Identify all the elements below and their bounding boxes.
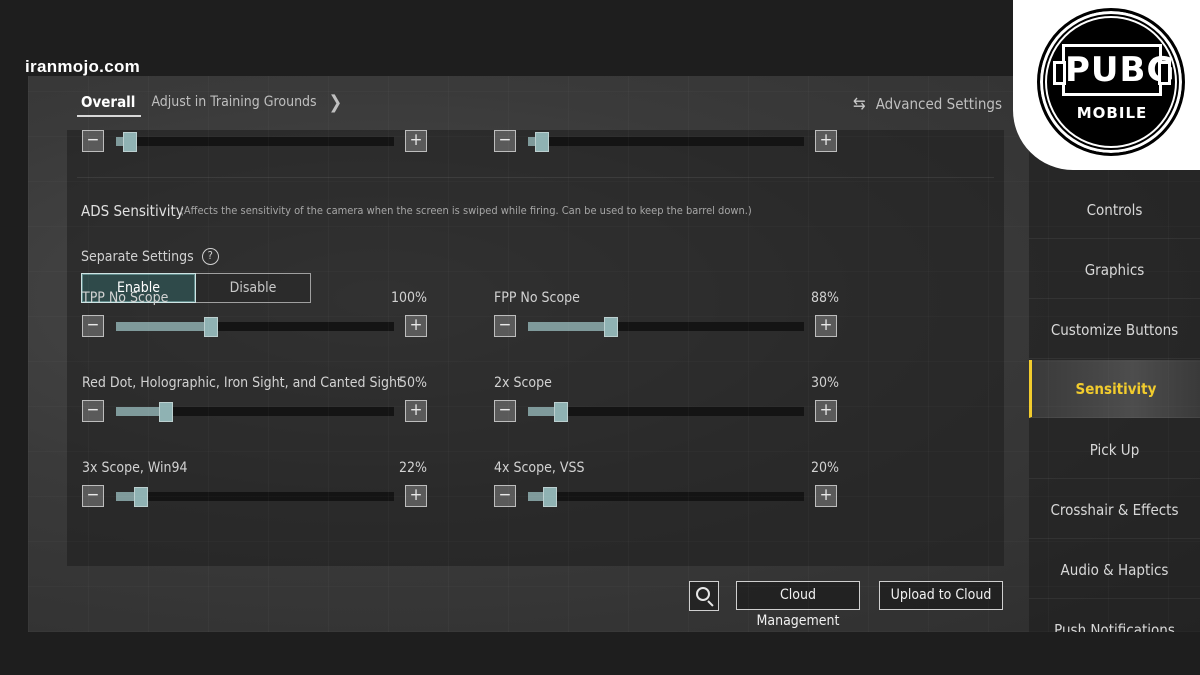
frame-left-border xyxy=(0,0,28,675)
disable-button[interactable]: Disable xyxy=(196,273,311,303)
slider-knob[interactable] xyxy=(122,132,137,152)
minus-button[interactable]: − xyxy=(494,485,516,507)
search-button[interactable] xyxy=(689,581,719,611)
slider-track[interactable] xyxy=(116,132,394,152)
sensitivity-slider[interactable]: − + xyxy=(82,315,427,339)
slider-track[interactable] xyxy=(528,487,804,507)
slider-fill xyxy=(116,322,211,331)
slider-percent: 100% xyxy=(390,290,427,306)
slider-label: Red Dot, Holographic, Iron Sight, and Ca… xyxy=(82,375,402,391)
slider-label: 3x Scope, Win94 xyxy=(82,460,188,476)
slider-label: FPP No Scope xyxy=(494,290,580,306)
minus-button[interactable]: − xyxy=(82,130,104,152)
slider-knob[interactable] xyxy=(134,487,149,507)
search-icon-handle xyxy=(707,600,714,607)
sidebar-item-customize-buttons[interactable]: Customize Buttons xyxy=(1029,301,1200,359)
screenshot-frame: Overall Adjust in Training Grounds ❯ ⇆ A… xyxy=(0,0,1200,675)
section-divider xyxy=(77,177,994,178)
separate-settings-row: Separate Settings ? xyxy=(81,248,219,265)
plus-button[interactable]: + xyxy=(815,130,837,152)
tab-adjust-label: Adjust in Training Grounds xyxy=(151,94,317,110)
slider-label: TPP No Scope xyxy=(82,290,169,306)
slider-knob[interactable] xyxy=(554,402,569,422)
sidebar-item-graphics[interactable]: Graphics xyxy=(1029,241,1200,299)
slider-track[interactable] xyxy=(116,402,394,422)
sidebar-item-crosshair-effects[interactable]: Crosshair & Effects xyxy=(1029,481,1200,539)
logo-title: PUBG xyxy=(1053,44,1174,96)
sensitivity-panel: − + − + ADS Sensitivity (Affects the sen… xyxy=(67,130,1004,566)
minus-button[interactable]: − xyxy=(494,400,516,422)
slider-knob[interactable] xyxy=(203,317,218,337)
plus-button[interactable]: + xyxy=(815,315,837,337)
logo-subtitle: MOBILE xyxy=(1076,104,1148,122)
slider-knob[interactable] xyxy=(603,317,618,337)
slider-fill xyxy=(528,322,611,331)
slider-track[interactable] xyxy=(528,132,804,152)
plus-button[interactable]: + xyxy=(815,485,837,507)
plus-button[interactable]: + xyxy=(405,130,427,152)
sidebar-item-pick-up[interactable]: Pick Up xyxy=(1029,421,1200,479)
slider-track[interactable] xyxy=(528,317,804,337)
slider-track[interactable] xyxy=(116,487,394,507)
advanced-settings-label: Advanced Settings xyxy=(875,95,1002,113)
slider-percent: 22% xyxy=(399,460,427,476)
minus-button[interactable]: − xyxy=(82,485,104,507)
plus-button[interactable]: + xyxy=(405,485,427,507)
ads-sensitivity-title: ADS Sensitivity xyxy=(81,202,184,220)
slider-knob[interactable] xyxy=(543,487,558,507)
frame-bottom-border xyxy=(0,632,1200,675)
plus-button[interactable]: + xyxy=(405,400,427,422)
sensitivity-slider[interactable]: − + xyxy=(82,400,427,424)
slider-label: 2x Scope xyxy=(494,375,552,391)
tab-adjust-training[interactable]: Adjust in Training Grounds ❯ xyxy=(151,92,342,119)
slider-percent: 88% xyxy=(811,290,839,306)
top-navigation: Overall Adjust in Training Grounds ❯ xyxy=(76,90,342,120)
slider-percent: 30% xyxy=(811,375,839,391)
swap-arrows-icon: ⇆ xyxy=(852,94,866,114)
slider-label: 4x Scope, VSS xyxy=(494,460,585,476)
minus-button[interactable]: − xyxy=(494,130,516,152)
cloud-management-button[interactable]: Cloud Management xyxy=(736,581,860,629)
minus-button[interactable]: − xyxy=(82,400,104,422)
search-icon xyxy=(696,587,710,601)
plus-button[interactable]: + xyxy=(405,315,427,337)
sidebar-item-sensitivity[interactable]: Sensitivity xyxy=(1029,360,1200,418)
ads-sensitivity-description: (Affects the sensitivity of the camera w… xyxy=(180,204,752,217)
slider-percent: 50% xyxy=(399,375,427,391)
sensitivity-slider[interactable]: − + xyxy=(494,315,839,339)
separate-settings-label: Separate Settings xyxy=(81,248,194,265)
minus-button[interactable]: − xyxy=(82,315,104,337)
advanced-settings-button[interactable]: ⇆ Advanced Settings xyxy=(853,94,1002,114)
sensitivity-slider[interactable]: − + xyxy=(82,485,427,509)
sidebar-item-audio-haptics[interactable]: Audio & Haptics xyxy=(1029,541,1200,599)
question-circle-icon[interactable]: ? xyxy=(201,248,219,265)
minus-button[interactable]: − xyxy=(494,315,516,337)
slider-knob[interactable] xyxy=(159,402,174,422)
top-slider-left[interactable]: − + xyxy=(82,130,427,154)
game-settings-screen: Overall Adjust in Training Grounds ❯ ⇆ A… xyxy=(28,76,1200,659)
plus-button[interactable]: + xyxy=(815,400,837,422)
upload-to-cloud-button[interactable]: Upload to Cloud xyxy=(879,581,1003,610)
top-slider-right[interactable]: − + xyxy=(494,130,839,154)
slider-knob[interactable] xyxy=(534,132,549,152)
slider-percent: 20% xyxy=(811,460,839,476)
sensitivity-slider[interactable]: − + xyxy=(494,485,839,509)
slider-track[interactable] xyxy=(528,402,804,422)
chevron-right-icon: ❯ xyxy=(328,91,343,113)
tab-overall[interactable]: Overall xyxy=(76,93,142,117)
sidebar-item-controls[interactable]: Controls xyxy=(1029,181,1200,239)
sensitivity-slider[interactable]: − + xyxy=(494,400,839,424)
slider-track[interactable] xyxy=(116,317,394,337)
watermark-text: iranmojo.com xyxy=(25,57,141,76)
